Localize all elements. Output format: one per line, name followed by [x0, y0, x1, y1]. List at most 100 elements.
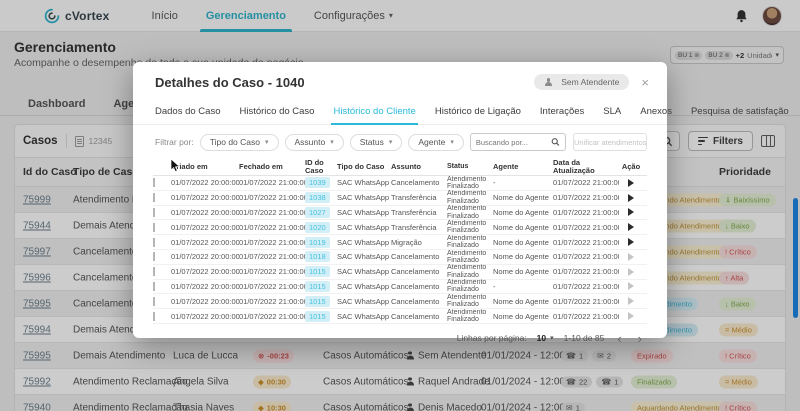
- play-action-icon[interactable]: [628, 238, 634, 246]
- chevron-down-icon[interactable]: ▾: [550, 334, 554, 342]
- cell-data-atualizacao: 01/07/2022 21:00:00: [553, 267, 619, 276]
- modal-tab-sla[interactable]: SLA: [603, 102, 621, 124]
- modal-tab-hist-rico-de-liga-o[interactable]: Histórico de Ligação: [435, 102, 521, 124]
- play-action-icon[interactable]: [628, 179, 634, 187]
- cell-assunto: Cancelamento: [391, 312, 447, 321]
- modal-tab-anexos[interactable]: Anexos: [640, 102, 672, 124]
- checkbox-cell: [153, 238, 171, 247]
- cell-acao: [619, 268, 643, 276]
- row-checkbox[interactable]: [153, 238, 155, 247]
- unify-attendances-button[interactable]: Unificar atendimentos: [573, 133, 647, 151]
- play-action-icon: [628, 253, 634, 261]
- history-table-header: Criado emFechado emID do CasoTipo do Cas…: [153, 159, 647, 176]
- cell-id-do-caso: 1039: [305, 177, 337, 188]
- filter-dropdown-label: Tipo do Caso: [210, 137, 260, 147]
- modal-tab-dados-do-caso[interactable]: Dados do Caso: [155, 102, 220, 124]
- history-search-input[interactable]: [476, 138, 551, 147]
- row-checkbox[interactable]: [153, 208, 155, 217]
- cell-tipo-do-caso: SAC WhatsApp: [337, 238, 391, 247]
- cell-tipo-do-caso: SAC WhatsApp: [337, 297, 391, 306]
- cell-criado-em: 01/07/2022 20:00:00: [171, 193, 239, 202]
- case-id-chip[interactable]: 1020: [305, 222, 330, 233]
- cell-acao: [619, 179, 643, 187]
- checkbox-cell: [153, 193, 171, 202]
- cell-fechado-em: 01/07/2022 21:00:00: [239, 267, 305, 276]
- row-checkbox[interactable]: [153, 252, 155, 261]
- cell-acao: [619, 253, 643, 261]
- filter-dropdown-agente[interactable]: Agente▾: [408, 134, 463, 151]
- case-id-chip[interactable]: 1015: [305, 311, 330, 322]
- filter-dropdown-tipo-do-caso[interactable]: Tipo do Caso ▾: [200, 134, 279, 151]
- case-id-chip[interactable]: 1027: [305, 207, 330, 218]
- cell-criado-em: 01/07/2022 20:00:00: [171, 267, 239, 276]
- history-row: 01/07/2022 20:00:0001/07/2022 21:00:0010…: [153, 235, 647, 250]
- row-checkbox[interactable]: [153, 178, 155, 187]
- play-action-icon: [628, 312, 634, 320]
- cell-id-do-caso: 1018: [305, 251, 337, 262]
- cell-criado-em: 01/07/2022 20:00:00: [171, 208, 239, 217]
- app-root: cVortex Início Gerenciamento Configuraçõ…: [0, 0, 800, 411]
- play-action-icon[interactable]: [628, 223, 634, 231]
- case-id-chip[interactable]: 1015: [305, 281, 330, 292]
- row-checkbox[interactable]: [153, 297, 155, 306]
- modal-tab-intera-es[interactable]: Interações: [540, 102, 584, 124]
- history-search-field[interactable]: [470, 133, 566, 151]
- checkbox-cell: [153, 282, 171, 291]
- cell-agente: Nome do Agente: [493, 252, 553, 261]
- filter-dropdown-assunto[interactable]: Assunto▾: [285, 134, 344, 151]
- cell-tipo-do-caso: SAC WhatsApp: [337, 193, 391, 202]
- modal-tab-hist-rico-do-cliente[interactable]: Histórico do Cliente: [333, 102, 415, 124]
- cell-status: Atendimento Finalizado: [447, 235, 493, 250]
- play-action-icon: [628, 268, 634, 276]
- cell-fechado-em: 01/07/2022 21:00:00: [239, 252, 305, 261]
- row-checkbox[interactable]: [153, 223, 155, 232]
- case-id-chip[interactable]: 1018: [305, 251, 330, 262]
- cell-id-do-caso: 1015: [305, 266, 337, 277]
- header-fechado: Fechado em: [239, 163, 305, 171]
- row-checkbox[interactable]: [153, 312, 155, 321]
- close-icon[interactable]: ×: [641, 76, 649, 89]
- chevron-down-icon: ▾: [265, 138, 269, 146]
- modal-tab-pesquisa-de-satisfa-o[interactable]: Pesquisa de satisfação: [691, 102, 789, 124]
- row-checkbox[interactable]: [153, 282, 155, 291]
- cell-fechado-em: 01/07/2022 21:00:00: [239, 208, 305, 217]
- cell-assunto: Cancelamento: [391, 267, 447, 276]
- row-checkbox[interactable]: [153, 193, 155, 202]
- history-row: 01/07/2022 20:00:0001/07/2022 21:00:0010…: [153, 176, 647, 191]
- modal-tabs: Dados do Caso Histórico do Caso Histórico …: [133, 102, 667, 125]
- case-id-chip[interactable]: 1015: [305, 296, 330, 307]
- previous-page-icon[interactable]: ‹: [614, 332, 624, 345]
- cell-data-atualizacao: 01/07/2022 21:00:00: [553, 223, 619, 232]
- play-action-icon[interactable]: [628, 208, 634, 216]
- next-page-icon[interactable]: ›: [635, 332, 645, 345]
- cell-status: Atendimento Finalizado: [447, 205, 493, 220]
- cell-data-atualizacao: 01/07/2022 21:00:00: [553, 252, 619, 261]
- play-action-icon[interactable]: [628, 194, 634, 202]
- cell-id-do-caso: 1020: [305, 222, 337, 233]
- filter-dropdown-status[interactable]: Status▾: [350, 134, 403, 151]
- chevron-down-icon: ▾: [389, 138, 393, 146]
- history-row: 01/07/2022 20:00:0001/07/2022 21:00:0010…: [153, 206, 647, 221]
- case-id-chip[interactable]: 1039: [305, 177, 330, 188]
- case-id-chip[interactable]: 1019: [305, 237, 330, 248]
- chevron-down-icon: ▾: [330, 138, 334, 146]
- modal-tab-hist-rico-do-caso[interactable]: Histórico do Caso: [239, 102, 314, 124]
- row-checkbox[interactable]: [153, 267, 155, 276]
- modal-header: Detalhes do Caso - 1040 Sem Atendente ×: [133, 62, 667, 90]
- cell-fechado-em: 01/07/2022 21:00:00: [239, 223, 305, 232]
- case-id-chip[interactable]: 1038: [305, 192, 330, 203]
- case-id-chip[interactable]: 1015: [305, 266, 330, 277]
- cell-agente: Nome do Agente: [493, 297, 553, 306]
- cell-data-atualizacao: 01/07/2022 21:00:00: [553, 282, 619, 291]
- rows-per-page-value[interactable]: 10: [537, 333, 546, 343]
- history-row: 01/07/2022 20:00:0001/07/2022 21:00:0010…: [153, 191, 647, 206]
- cell-fechado-em: 01/07/2022 21:00:00: [239, 312, 305, 321]
- cell-criado-em: 01/07/2022 20:00:00: [171, 282, 239, 291]
- checkbox-cell: [153, 267, 171, 276]
- cell-agente: -: [493, 178, 553, 187]
- cell-acao: [619, 312, 643, 320]
- pagination-range: 1-10 de 85: [564, 333, 605, 343]
- checkbox-cell: [153, 208, 171, 217]
- cell-agente: Nome do Agente: [493, 223, 553, 232]
- cell-agente: Nome do Agente: [493, 267, 553, 276]
